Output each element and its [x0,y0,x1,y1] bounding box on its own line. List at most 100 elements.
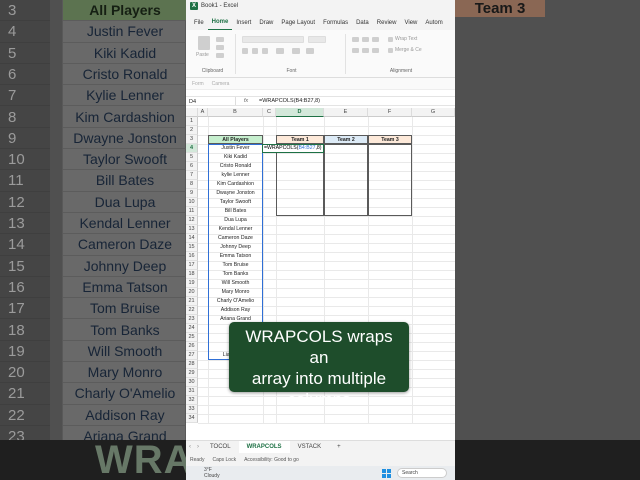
bold-icon[interactable] [242,48,248,54]
sheet-tab-vstack[interactable]: VSTACK [290,441,330,454]
row-header[interactable]: 31 [186,387,198,396]
font-size-select[interactable] [308,36,326,43]
row-header[interactable]: 14 [186,234,198,243]
column-header[interactable]: C [263,108,276,117]
row-header[interactable]: 30 [186,378,198,387]
row-header[interactable]: 26 [186,342,198,351]
row-header[interactable]: 22 [186,306,198,315]
borders-icon[interactable] [276,48,284,54]
sheet-tab-wrapcols[interactable]: WRAPCOLS [238,440,290,454]
column-header[interactable]: B [208,108,263,117]
windows-start-icon[interactable] [382,468,391,478]
row-header[interactable]: 29 [186,369,198,378]
ribbon-tab-file[interactable]: File [190,20,208,30]
next-sheet-icon[interactable]: › [194,444,202,450]
row-header[interactable]: 15 [186,243,198,252]
row-header[interactable]: 28 [186,360,198,369]
row-header[interactable]: 8 [186,180,198,189]
ribbon: Paste Clipboard Font Wrap Text Merge & C… [186,30,455,78]
fill-color-icon[interactable] [292,48,300,54]
align-right-icon[interactable] [372,48,379,53]
select-all-corner[interactable] [186,108,198,117]
column-header[interactable]: A [198,108,208,117]
weather-widget[interactable]: 3°F Cloudy [204,467,220,479]
row-header[interactable]: 11 [186,207,198,216]
font-name-select[interactable] [242,36,304,43]
ribbon-tab-insert[interactable]: Insert [232,20,255,30]
align-middle-icon[interactable] [362,37,369,42]
taskbar-search[interactable]: Search [397,468,447,478]
row-header[interactable]: 32 [186,396,198,405]
row-header[interactable]: 33 [186,405,198,414]
formula-input[interactable]: =WRAPCOLS(B4:B27,8) [256,98,455,104]
row-header[interactable]: 5 [186,153,198,162]
window-title: Book1 - Excel [201,3,239,9]
row-header[interactable]: 16 [186,252,198,261]
row-header[interactable]: 12 [186,216,198,225]
form-button[interactable]: Form [192,81,204,87]
row-header[interactable]: 4 [186,144,198,153]
column-header[interactable]: D [276,108,324,117]
status-capslock: Caps Lock [212,456,237,463]
ribbon-tab-page-layout[interactable]: Page Layout [277,20,319,30]
align-center-icon[interactable] [362,48,369,53]
cut-icon[interactable] [216,37,224,42]
row-header[interactable]: 24 [186,324,198,333]
camera-button[interactable]: Camera [212,81,230,87]
row-header[interactable]: 34 [186,414,198,423]
caption-line: columns [287,390,351,409]
column-header[interactable]: G [412,108,455,117]
row-header[interactable]: 17 [186,261,198,270]
prev-sheet-icon[interactable]: ‹ [186,444,194,450]
italic-icon[interactable] [252,48,258,54]
ribbon-tabs: File Home Insert Draw Page Layout Formulas Dat… [186,12,455,30]
format-painter-icon[interactable] [216,53,224,58]
copy-icon[interactable] [216,45,224,50]
row-header[interactable]: 10 [186,198,198,207]
taskbar: 3°F Cloudy Search [186,466,455,480]
sheet-tab-tocol[interactable]: TOCOL [202,441,239,454]
merge-icon[interactable] [388,48,393,53]
active-cell-d4[interactable]: =WRAPCOLS(B4:B27,8) [262,144,324,153]
ribbon-tab-formulas[interactable]: Formulas [319,20,352,30]
paste-icon[interactable] [198,36,210,50]
row-header[interactable]: 9 [186,189,198,198]
ribbon-tab-draw[interactable]: Draw [255,20,277,30]
ribbon-tab-home[interactable]: Home [207,19,233,30]
row-header[interactable]: 2 [186,126,198,135]
row-header[interactable]: 18 [186,270,198,279]
row-header[interactable]: 27 [186,351,198,360]
wrap-text-label[interactable]: Wrap Text [395,36,417,42]
row-header[interactable]: 1 [186,117,198,126]
name-box[interactable]: D4 [186,97,236,105]
fx-icon[interactable]: fx [236,98,256,104]
sheet-tabs-bar: ‹ › TOCOL WRAPCOLS VSTACK + [186,440,455,454]
row-header[interactable]: 19 [186,279,198,288]
ribbon-tab-data[interactable]: Data [352,20,373,30]
row-header[interactable]: 13 [186,225,198,234]
column-header[interactable]: F [368,108,412,117]
ribbon-tab-review[interactable]: Review [373,20,401,30]
status-accessibility[interactable]: Accessibility: Good to go [244,457,299,463]
row-header[interactable]: 20 [186,288,198,297]
underline-icon[interactable] [262,48,268,54]
row-header[interactable]: 25 [186,333,198,342]
add-sheet-button[interactable]: + [329,441,349,454]
row-header[interactable]: 6 [186,162,198,171]
paste-label: Paste [196,52,209,58]
quick-access-row: Form Camera [186,78,455,90]
wrap-text-icon[interactable] [388,37,393,42]
column-header[interactable]: E [324,108,368,117]
ribbon-tab-autom[interactable]: Autom [421,20,446,30]
align-top-icon[interactable] [352,37,359,42]
ribbon-tab-view[interactable]: View [400,20,421,30]
align-bottom-icon[interactable] [372,37,379,42]
font-color-icon[interactable] [306,48,314,54]
row-header[interactable]: 23 [186,315,198,324]
formula-prefix: =WRAPCOLS( [264,145,299,151]
merge-label[interactable]: Merge & Ce [395,47,422,53]
row-header[interactable]: 21 [186,297,198,306]
row-header[interactable]: 3 [186,135,198,144]
align-left-icon[interactable] [352,48,359,53]
row-header[interactable]: 7 [186,171,198,180]
